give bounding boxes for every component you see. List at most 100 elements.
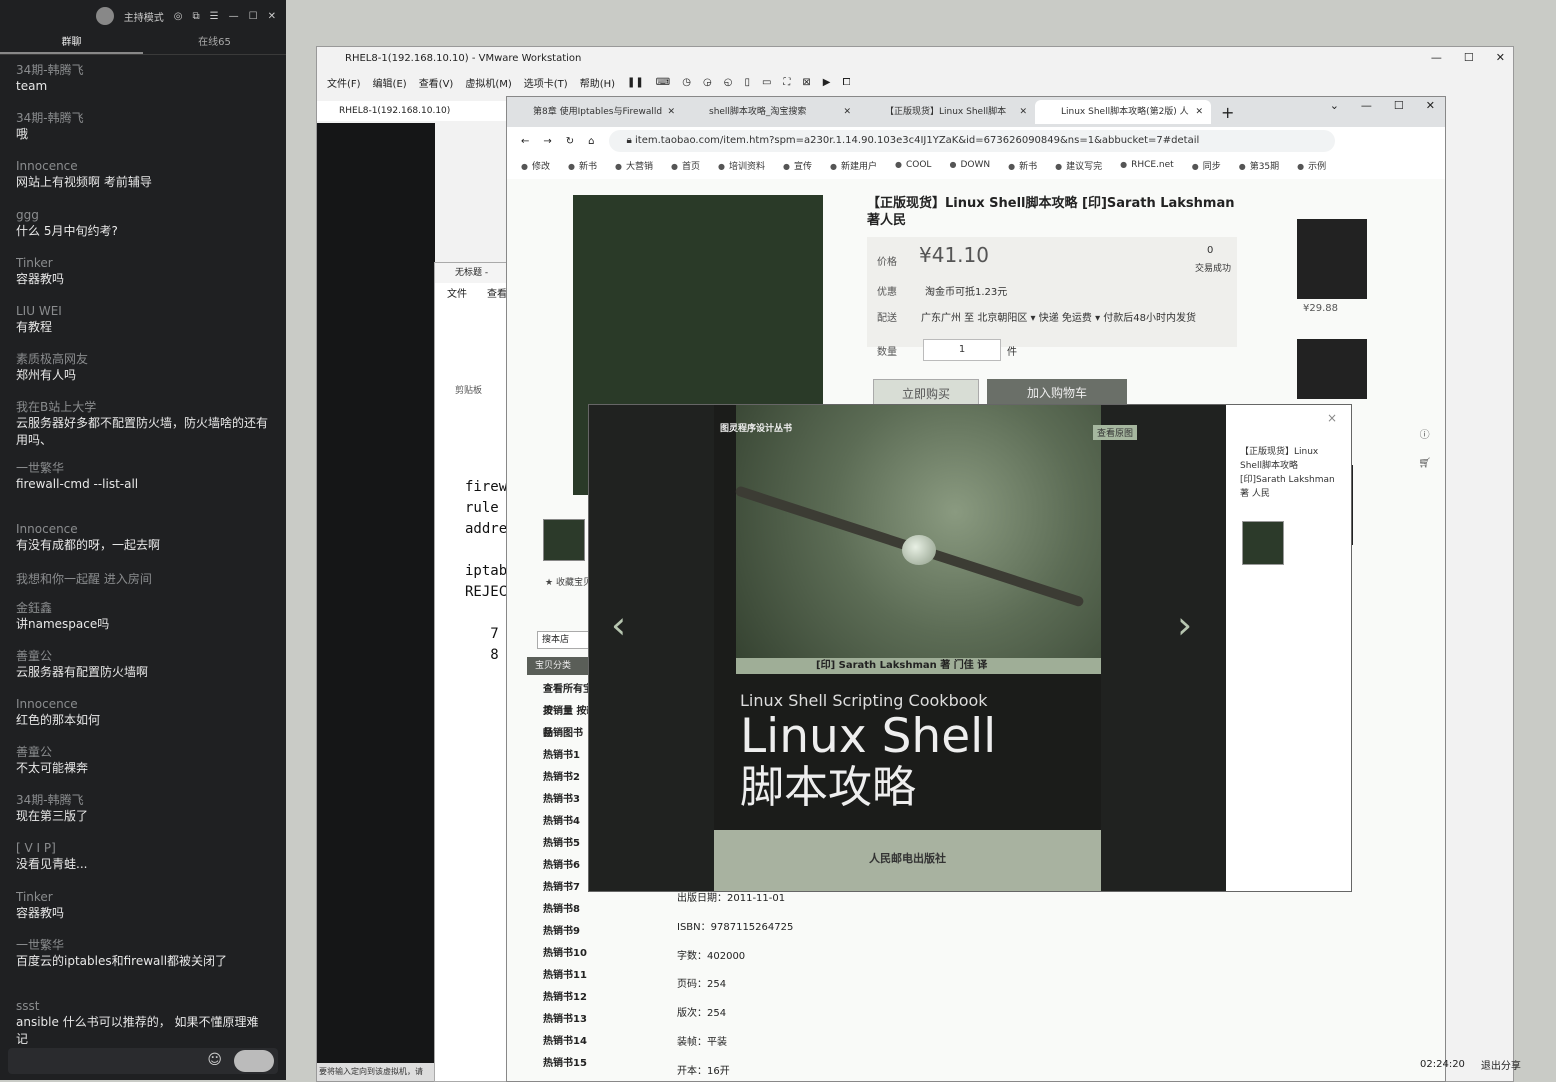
fullscreen-icon[interactable]: ⛶	[783, 77, 790, 88]
minimize-icon[interactable]: —	[1431, 51, 1442, 64]
menu-help[interactable]: 帮助(H)	[580, 75, 615, 90]
thumbnail-image[interactable]	[543, 519, 585, 561]
menu-view[interactable]: 查看(V)	[419, 75, 454, 90]
close-icon[interactable]: ✕	[667, 100, 675, 124]
category-item[interactable]: 热销书5	[527, 833, 597, 855]
tab-online[interactable]: 在线65	[143, 32, 286, 54]
cart-icon[interactable]: 🛒︎	[1418, 457, 1431, 471]
notepad-menu-view[interactable]: 查看	[487, 283, 507, 307]
bookmark-item[interactable]: 新书	[568, 159, 597, 172]
close-icon[interactable]: ✕	[1195, 100, 1203, 124]
prev-arrow-icon[interactable]: ‹	[611, 603, 626, 647]
lightbox-thumbnail[interactable]	[1242, 521, 1284, 565]
forward-icon[interactable]: →	[543, 136, 551, 147]
view-options-icon[interactable]: ⧠	[843, 77, 851, 88]
store-search-input[interactable]: 搜本店	[537, 631, 593, 649]
bookmark-item[interactable]: 建议写完	[1055, 159, 1102, 172]
category-item[interactable]: 热销书4	[527, 811, 597, 833]
category-item[interactable]: 畅销图书	[527, 723, 597, 745]
pause-icon[interactable]: ❚❚	[627, 77, 644, 88]
sidebar-toggle-icon[interactable]: ▯	[744, 77, 750, 88]
recommended-book-cover[interactable]	[1297, 219, 1367, 299]
thumbnail-icon[interactable]: ▭	[762, 77, 771, 88]
add-to-cart-button[interactable]: 加入购物车	[987, 379, 1127, 407]
menu-tabs[interactable]: 选项卡(T)	[524, 75, 568, 90]
menu-vm[interactable]: 虚拟机(M)	[465, 75, 511, 90]
vm-tab[interactable]: RHEL8-1(192.168.10.10)	[317, 101, 530, 121]
minimize-icon[interactable]: —	[1361, 99, 1372, 112]
category-item[interactable]: 热销书2	[527, 767, 597, 789]
quantity-stepper[interactable]: 1	[923, 339, 1001, 361]
view-original-tag[interactable]: 查看原图	[1093, 425, 1138, 440]
snapshot-icon[interactable]: ◷	[682, 77, 691, 88]
browser-tab[interactable]: shell脚本攻略_淘宝搜索 ✕	[683, 100, 859, 124]
bookmark-item[interactable]: 新建用户	[830, 159, 877, 172]
bookmark-item[interactable]: DOWN	[949, 160, 990, 170]
favorite-item[interactable]: ★ 收藏宝贝	[545, 575, 592, 588]
console-icon[interactable]: ▶	[823, 77, 831, 88]
notepad-menu-file[interactable]: 文件	[447, 283, 467, 307]
bookmark-item[interactable]: COOL	[895, 160, 931, 170]
send-keys-icon[interactable]: ⌨	[656, 77, 670, 88]
info-icon[interactable]: ⓘ	[1418, 429, 1431, 443]
vm-console[interactable]: 要将输入定向到该虚拟机，请	[317, 123, 437, 1081]
browser-tab[interactable]: 【正版现货】Linux Shell脚本 ✕	[859, 100, 1035, 124]
bookmark-item[interactable]: 宣传	[783, 159, 812, 172]
category-item[interactable]: 热销书7	[527, 877, 597, 899]
menu-edit[interactable]: 编辑(E)	[373, 75, 407, 90]
home-icon[interactable]: ⌂	[588, 136, 594, 147]
category-item[interactable]: 热销书11	[527, 965, 597, 987]
bookmark-item[interactable]: 培训资料	[718, 159, 765, 172]
category-item[interactable]: 热销书13	[527, 1009, 597, 1031]
category-item[interactable]: 热销书6	[527, 855, 597, 877]
menu-icon[interactable]: ☰	[210, 11, 219, 22]
recommended-book-cover[interactable]	[1297, 339, 1367, 399]
tab-group-chat[interactable]: 群聊	[0, 32, 143, 54]
address-bar[interactable]: 🔒︎ item.taobao.com/item.htm?spm=a230r.1.…	[608, 130, 1335, 152]
maximize-icon[interactable]: ☐	[1394, 99, 1404, 112]
category-item[interactable]: 查看所有宝贝	[527, 679, 597, 717]
ship-text[interactable]: 广东广州 至 北京朝阳区 ▾ 快递 免运费 ▾ 付款后48小时内发货	[921, 309, 1196, 324]
category-item[interactable]: 热销书1	[527, 745, 597, 767]
send-button[interactable]	[234, 1050, 274, 1072]
close-icon[interactable]: ✕	[1496, 51, 1505, 64]
close-icon[interactable]: ✕	[1019, 100, 1027, 124]
category-item[interactable]: 热销书9	[527, 921, 597, 943]
settings-icon[interactable]: ◎	[174, 11, 183, 22]
emoji-icon[interactable]: ☺	[207, 1052, 222, 1068]
exit-share-button[interactable]: 退出分享	[1481, 1057, 1521, 1072]
tab-search-icon[interactable]: ⌄	[1330, 99, 1339, 112]
maximize-icon[interactable]: ☐	[249, 11, 258, 22]
bookmark-item[interactable]: 同步	[1192, 159, 1221, 172]
browser-tab-active[interactable]: Linux Shell脚本攻略(第2版) 人 ✕	[1035, 100, 1211, 124]
popout-icon[interactable]: ⧉	[193, 11, 200, 22]
category-item[interactable]: 热销书10	[527, 943, 597, 965]
minimize-icon[interactable]: —	[229, 11, 239, 22]
bookmark-item[interactable]: 首页	[671, 159, 700, 172]
maximize-icon[interactable]: ☐	[1464, 51, 1474, 64]
bookmark-item[interactable]: RHCE.net	[1120, 160, 1174, 170]
new-tab-icon[interactable]: +	[1221, 103, 1234, 122]
notepad-code[interactable]: firew rule addre iptab REJEC 7 8	[465, 477, 507, 666]
category-item[interactable]: 热销书3	[527, 789, 597, 811]
bookmark-item[interactable]: 第35期	[1239, 159, 1279, 172]
next-arrow-icon[interactable]: ›	[1177, 603, 1192, 647]
category-item[interactable]: 热销书15	[527, 1053, 597, 1075]
chat-composer[interactable]: ☺	[8, 1048, 278, 1074]
browser-tab[interactable]: 第8章 使用Iptables与Firewalld ✕	[507, 100, 683, 124]
bookmark-item[interactable]: 示例	[1297, 159, 1326, 172]
menu-file[interactable]: 文件(F)	[327, 75, 361, 90]
category-item[interactable]: 按销量 按新品	[527, 701, 597, 739]
back-icon[interactable]: ←	[521, 136, 529, 147]
bookmark-item[interactable]: 大营销	[615, 159, 653, 172]
close-icon[interactable]: ✕	[1426, 99, 1435, 112]
unity-icon[interactable]: ⊠	[802, 77, 810, 88]
category-item[interactable]: 热销书14	[527, 1031, 597, 1053]
close-icon[interactable]: ✕	[843, 100, 851, 124]
close-icon[interactable]: ×	[1327, 411, 1337, 425]
manage-snapshots-icon[interactable]: ◵	[724, 77, 733, 88]
reload-icon[interactable]: ↻	[566, 136, 574, 147]
close-icon[interactable]: ✕	[268, 11, 276, 22]
category-item[interactable]: 热销书12	[527, 987, 597, 1009]
bookmark-item[interactable]: 修改	[521, 159, 550, 172]
